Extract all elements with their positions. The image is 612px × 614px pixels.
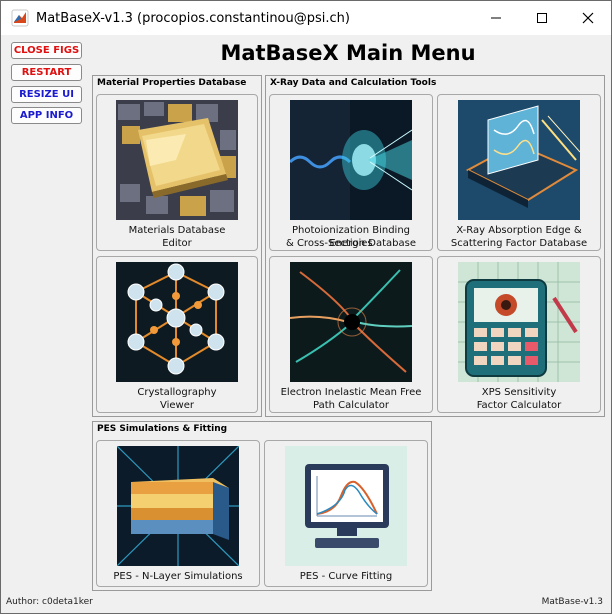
- materials-editor-label-2: Editor: [162, 238, 192, 249]
- photoionization-card[interactable]: Photoionization Binding Energies & Cross…: [269, 94, 433, 251]
- xps-sensitivity-label-1: XPS Sensitivity: [481, 387, 557, 398]
- minimize-icon: [491, 17, 501, 19]
- crystallography-label-1: Crystallography: [137, 387, 217, 398]
- crystallography-image: [116, 262, 238, 382]
- pes-panel-title: PES Simulations & Fitting: [97, 424, 228, 434]
- imfp-label-1: Electron Inelastic Mean Free: [280, 387, 422, 398]
- photoionization-label-2: & Cross-Section Database: [285, 238, 417, 249]
- pes-nlayer-image: [117, 446, 239, 566]
- materials-panel: Material Properties Database Materials D…: [92, 75, 262, 417]
- minimize-button[interactable]: [473, 1, 519, 35]
- xray-panel-title: X-Ray Data and Calculation Tools: [270, 78, 437, 88]
- pes-nlayer-label: PES - N-Layer Simulations: [113, 571, 243, 582]
- app-info-button[interactable]: APP INFO: [11, 107, 82, 124]
- close-figs-label: CLOSE FIGS: [13, 45, 80, 56]
- pes-fitting-image: [285, 446, 407, 566]
- window-title: MatBaseX-v1.3 (procopios.constantinou@ps…: [36, 10, 350, 26]
- maximize-icon: [537, 13, 547, 23]
- xps-sensitivity-image: [458, 262, 580, 382]
- materials-editor-card[interactable]: Materials Database Editor: [96, 94, 258, 251]
- xray-absorption-label-2: Scattering Factor Database: [450, 238, 588, 249]
- window-controls: [473, 1, 611, 35]
- imfp-card[interactable]: Electron Inelastic Mean Free Path Calcul…: [269, 256, 433, 413]
- close-window-button[interactable]: [565, 1, 611, 35]
- pes-fitting-card[interactable]: PES - Curve Fitting: [264, 440, 428, 587]
- xray-panel: X-Ray Data and Calculation Tools Photoio: [265, 75, 605, 417]
- pes-panel: PES Simulations & Fitting PES - N-Layer …: [92, 421, 432, 591]
- restart-label: RESTART: [21, 67, 72, 78]
- page-title: MatBaseX Main Menu: [220, 41, 476, 65]
- app-window: MatBaseX-v1.3 (procopios.constantinou@ps…: [0, 0, 612, 614]
- close-figs-button[interactable]: CLOSE FIGS: [11, 42, 82, 59]
- main-content: CLOSE FIGS RESTART RESIZE UI APP INFO Ma…: [1, 35, 611, 613]
- close-icon: [582, 12, 594, 24]
- version-label: MatBase-v1.3: [541, 597, 603, 607]
- author-credit: Author: c0deta1ker: [6, 597, 93, 607]
- imfp-label-2: Path Calculator: [313, 400, 389, 411]
- xray-absorption-label-1: X-Ray Absorption Edge &: [456, 225, 582, 236]
- title-bar[interactable]: MatBaseX-v1.3 (procopios.constantinou@ps…: [1, 1, 611, 35]
- pes-fitting-label: PES - Curve Fitting: [299, 571, 393, 582]
- matlab-app-icon: [11, 9, 29, 27]
- app-info-label: APP INFO: [19, 110, 74, 121]
- pes-nlayer-card[interactable]: PES - N-Layer Simulations: [96, 440, 260, 587]
- materials-panel-title: Material Properties Database: [97, 78, 247, 88]
- xps-sensitivity-label-2: Factor Calculator: [476, 400, 562, 411]
- resize-ui-button[interactable]: RESIZE UI: [11, 86, 82, 103]
- xps-sensitivity-card[interactable]: XPS Sensitivity Factor Calculator: [437, 256, 601, 413]
- xray-absorption-card[interactable]: X-Ray Absorption Edge & Scattering Facto…: [437, 94, 601, 251]
- xray-absorption-image: [458, 100, 580, 220]
- resize-ui-label: RESIZE UI: [19, 89, 74, 100]
- maximize-button[interactable]: [519, 1, 565, 35]
- materials-database-image: [116, 100, 238, 220]
- crystallography-card[interactable]: Crystallography Viewer: [96, 256, 258, 413]
- imfp-image: [290, 262, 412, 382]
- materials-editor-label-1: Materials Database: [128, 225, 226, 236]
- restart-button[interactable]: RESTART: [11, 64, 82, 81]
- photoionization-image: [290, 100, 412, 220]
- crystallography-label-2: Viewer: [160, 400, 194, 411]
